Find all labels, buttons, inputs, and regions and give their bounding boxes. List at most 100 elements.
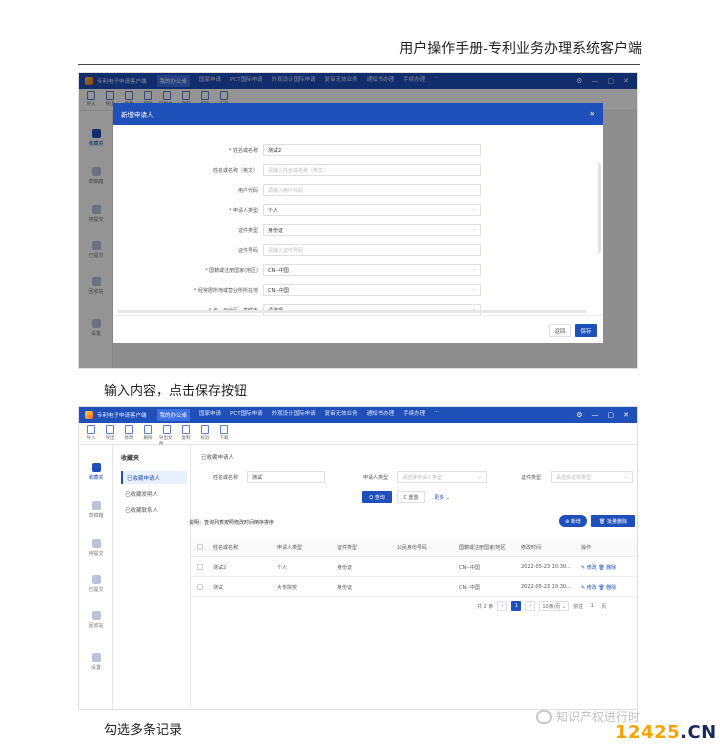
toolbar-button[interactable]: 修改 <box>121 423 137 441</box>
close-icon[interactable]: ✕ <box>590 110 595 118</box>
toolbar-button[interactable]: 导出 <box>102 423 118 441</box>
id-type-search-select[interactable]: 请选择证件类型 ⌄ <box>551 471 633 483</box>
id-type-search-label: 证件类型 <box>521 475 542 481</box>
nav-item[interactable]: ··· <box>434 409 439 421</box>
pager-next-button[interactable]: › <box>525 601 536 611</box>
sidebar-item-label: 草稿箱 <box>88 513 104 519</box>
table-cell: 测试 <box>213 584 224 591</box>
dialog-scrollbar-horizontal[interactable] <box>117 310 587 313</box>
caption-select-multiple: 勾选多条记录 <box>104 723 183 738</box>
favorites-subnav-item[interactable]: 已收藏申请人 <box>121 471 187 484</box>
nav-item[interactable]: 我的办公桌 <box>156 409 191 421</box>
toolbar-button[interactable]: 复制 <box>178 423 194 441</box>
toolbar-button[interactable]: 删除 <box>140 423 156 441</box>
reset-button[interactable]: C 重置 <box>397 491 425 503</box>
table-row[interactable]: 测试 大专院校 身份证 CN--中国 2022-05-23 10:30... ✎ 修改 🗑… <box>191 577 637 597</box>
screenshot-favorites: 专利电子申请客户端 我的办公桌 国家申请 PCT国际申请 外观设计国际申请 复审无效业务… <box>78 406 638 710</box>
sidebar-item[interactable]: 草稿箱 <box>79 501 113 519</box>
screenshot-add-applicant: 专利电子申请客户端 我的办公桌 国家申请 PCT国际申请 外观设计国际申请 复审无效业务… <box>78 72 638 369</box>
minimize-icon[interactable]: — <box>592 411 599 419</box>
form-input-placeholder: 请输入用户代码 <box>268 187 304 194</box>
pager-page-size-select[interactable]: 10条/页 ⌄ <box>539 601 570 611</box>
form-row: * 申请人类型 个人 ⌄ <box>113 203 603 217</box>
brand-number: 12425 <box>615 722 681 743</box>
form-input[interactable]: 请输入证件号码 <box>263 244 481 256</box>
query-button[interactable]: Q 查询 <box>362 491 392 503</box>
form-input[interactable]: 请输入用户代码 <box>263 184 481 196</box>
pager-prev-button[interactable]: ‹ <box>497 601 508 611</box>
sidebar-item-label: 收藏夹 <box>88 475 104 481</box>
header-rule <box>78 64 640 65</box>
form-input-placeholder: 请输入证件号码 <box>268 247 304 254</box>
table-row[interactable]: 测试2 个人 身份证 CN--中国 2022-05-23 10:30... ✎ 修改 🗑 … <box>191 557 637 577</box>
column-header: 公民身份号码 <box>397 544 428 551</box>
save-button[interactable]: 保存 <box>575 324 597 337</box>
nav-item[interactable]: 复审无效业务 <box>325 409 358 421</box>
toolbar-button[interactable]: 导出文件 <box>159 423 175 447</box>
nav-item[interactable]: 国家申请 <box>199 409 221 421</box>
toolbar-tool-icon <box>182 425 190 434</box>
chevron-down-icon: ⌄ <box>471 206 476 212</box>
row-checkbox[interactable] <box>197 584 203 590</box>
form-select[interactable]: 个人 ⌄ <box>263 204 481 216</box>
maximize-icon[interactable]: ▢ <box>608 411 615 419</box>
row-actions[interactable]: ✎ 修改 🗑 删除 <box>581 577 616 597</box>
sidebar-item-label: 待提交 <box>88 551 104 557</box>
favorites-subnav-item[interactable]: 已收藏发明人 <box>121 487 187 500</box>
new-button[interactable]: ⊕ 新增 <box>559 515 587 527</box>
sidebar-item[interactable]: 已提交 <box>79 575 113 593</box>
table-cell: 2022-05-23 10:30... <box>521 564 571 570</box>
nav-item[interactable]: 外观设计国际申请 <box>272 409 316 421</box>
toolbar-button[interactable]: 校验 <box>197 423 213 441</box>
form-select[interactable]: CN--中国 ⌄ <box>263 284 481 296</box>
type-search-placeholder: 请选择申请人类型 <box>402 474 443 481</box>
form-input[interactable]: 测试2 <box>263 144 481 156</box>
id-type-search-placeholder: 请选择证件类型 <box>556 474 592 481</box>
form-select[interactable]: CN--中国 ⌄ <box>263 264 481 276</box>
close-icon[interactable]: ✕ <box>623 411 629 419</box>
more-button[interactable]: 更多 ⌄ <box>429 491 455 503</box>
toolbar-tool-icon <box>106 425 114 434</box>
sidebar-item[interactable]: 待提交 <box>79 539 113 557</box>
table-header-row: 姓名或名称 申请人类型 证件类型 公民身份号码 国籍或注册国家/地区 修改时间 操作 <box>191 537 637 557</box>
sidebar-item[interactable]: 收藏夹 <box>79 463 113 481</box>
toolbar-tool-icon <box>220 425 228 434</box>
sidebar-item[interactable]: 回收站 <box>79 611 113 629</box>
row-checkbox[interactable] <box>197 564 203 570</box>
toolbar-tool-icon <box>144 425 152 434</box>
bulk-delete-button[interactable]: 🗑 批量删除 <box>591 515 635 527</box>
dialog-title: 新增申请人 <box>121 111 154 119</box>
dialog-scrollbar[interactable] <box>598 163 601 253</box>
toolbar: 导入 导出 修改 删除 导出文件复制 校验 下载 <box>79 423 637 447</box>
toolbar-button[interactable]: 下载 <box>216 423 232 441</box>
form-label: 证件类型 <box>237 227 258 234</box>
form-row: * 国籍或注册国家(地区) CN--中国 ⌄ <box>113 263 603 277</box>
sidebar-item[interactable]: 设置 <box>79 653 113 671</box>
toolbar-button[interactable]: 导入 <box>83 423 99 441</box>
type-search-label: 申请人类型 <box>363 475 389 481</box>
type-search-select[interactable]: 请选择申请人类型 ⌄ <box>397 471 487 483</box>
form-row: 证件号码 请输入证件号码 <box>113 243 603 257</box>
pager-goto-label: 前往 <box>573 603 584 610</box>
table-cell: CN--中国 <box>459 564 480 571</box>
nav-item[interactable]: 手续办理 <box>403 409 425 421</box>
column-header: 操作 <box>581 544 592 551</box>
pager-goto-input[interactable]: 1 <box>587 601 597 611</box>
favorites-subnav-item[interactable]: 已收藏联系人 <box>121 503 187 516</box>
favorites-title: 收藏夹 <box>121 455 140 462</box>
gear-icon[interactable]: ⚙ <box>576 411 582 419</box>
form-label: 姓名或名称（英文） <box>212 167 258 174</box>
select-all-checkbox[interactable] <box>197 544 203 550</box>
sidebar-folder-icon <box>91 611 101 620</box>
row-actions[interactable]: ✎ 修改 🗑 删除 <box>581 557 616 577</box>
back-button[interactable]: 返回 <box>549 324 571 337</box>
sidebar: 收藏夹草稿箱待提交已提交回收站设置 <box>79 445 113 709</box>
pager-current-page[interactable]: 1 <box>511 601 522 611</box>
form-select[interactable]: 身份证 ⌄ <box>263 224 481 236</box>
sidebar-item-label: 设置 <box>90 665 101 671</box>
favorites-subnav: 收藏夹 已收藏申请人 已收藏发明人 已收藏联系人 <box>113 445 191 709</box>
name-search-input[interactable]: 测试 <box>247 471 325 483</box>
nav-item[interactable]: 通知书办理 <box>367 409 395 421</box>
form-input[interactable]: 请输入姓名或名称（英文） <box>263 164 481 176</box>
nav-item[interactable]: PCT国际申请 <box>230 409 263 421</box>
